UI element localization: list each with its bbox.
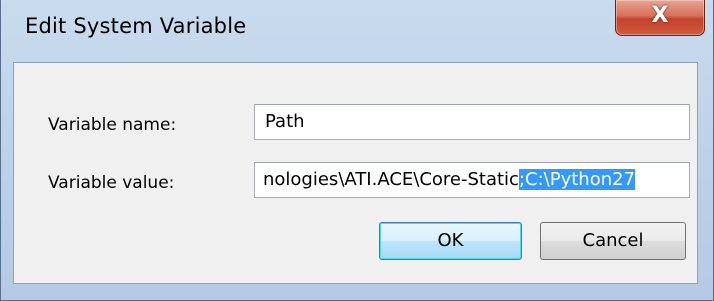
- variable-name-field[interactable]: Path: [254, 104, 690, 140]
- variable-value-field[interactable]: nologies\ATI.ACE\Core-Static;C:\Python27: [254, 162, 690, 198]
- edit-system-variable-dialog: Edit System Variable X Variable name: Pa…: [0, 0, 714, 301]
- close-icon: X: [651, 3, 669, 28]
- variable-name-label: Variable name:: [48, 115, 177, 135]
- variable-value-label: Variable value:: [48, 173, 175, 193]
- cancel-button[interactable]: Cancel: [540, 222, 686, 260]
- variable-name-text: Path: [265, 111, 305, 132]
- close-button[interactable]: X: [615, 0, 705, 36]
- ok-button[interactable]: OK: [379, 222, 522, 260]
- variable-value-selected-text: ;C:\Python27: [518, 169, 636, 190]
- dialog-title: Edit System Variable: [25, 14, 247, 38]
- dialog-content: Variable name: Path Variable value: nolo…: [13, 62, 698, 284]
- title-bar[interactable]: Edit System Variable X: [1, 0, 713, 62]
- variable-value-text: nologies\ATI.ACE\Core-Static: [263, 169, 519, 190]
